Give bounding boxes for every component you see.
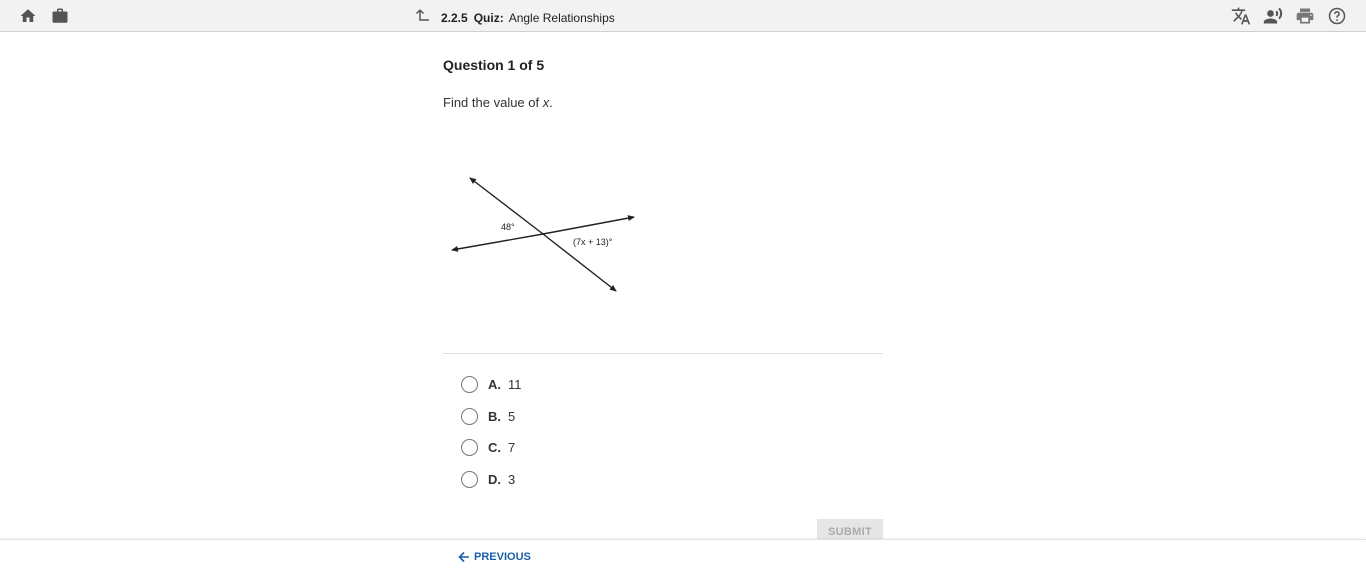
choice-value: 3 (508, 471, 516, 487)
help-icon[interactable] (1326, 5, 1348, 27)
bottom-nav: PREVIOUS (0, 539, 1366, 568)
activity-type: Quiz: (473, 10, 504, 25)
horizontal-line-left (451, 233, 544, 252)
angle-diagram: 48° (7x + 13)° (451, 177, 635, 292)
prompt-text: Find the value of (443, 95, 543, 110)
back-arrow-icon[interactable] (415, 8, 431, 27)
choice-letter: D. (488, 471, 501, 487)
angle-label-48: 48° (501, 222, 515, 232)
radio-button[interactable] (461, 438, 478, 456)
arrow-left-icon (458, 551, 469, 563)
choice-d[interactable]: D. 3 (461, 469, 515, 489)
activity-title: 2.2.5 Quiz: Angle Relationships (415, 8, 615, 27)
choice-letter: C. (488, 439, 501, 455)
submit-button[interactable]: SUBMIT (817, 519, 883, 541)
question-heading: Question 1 of 5 (443, 57, 545, 73)
previous-label: PREVIOUS (474, 551, 531, 563)
activity-number: 2.2.5 (441, 10, 468, 25)
radio-button[interactable] (461, 407, 478, 425)
choice-value: 5 (508, 408, 516, 424)
choice-value: 11 (508, 376, 522, 392)
prompt-end: . (549, 95, 553, 110)
text-to-speech-icon[interactable] (1262, 5, 1284, 27)
angle-label-7x-13: (7x + 13)° (573, 237, 613, 247)
radio-button[interactable] (461, 375, 478, 393)
previous-button[interactable]: PREVIOUS (457, 550, 531, 564)
divider (443, 353, 883, 354)
home-icon[interactable] (17, 5, 39, 27)
choice-letter: A. (488, 376, 501, 392)
activity-name: Angle Relationships (508, 10, 615, 25)
translate-icon[interactable] (1230, 5, 1252, 27)
radio-button[interactable] (461, 470, 478, 488)
question-prompt: Find the value of x. (443, 95, 553, 110)
top-toolbar: 2.2.5 Quiz: Angle Relationships (0, 0, 1366, 32)
horizontal-line-right (542, 215, 635, 235)
choice-value: 7 (508, 439, 516, 455)
choice-letter: B. (488, 408, 501, 424)
briefcase-icon[interactable] (49, 5, 71, 27)
print-icon[interactable] (1294, 5, 1316, 27)
choice-b[interactable]: B. 5 (461, 406, 515, 426)
choice-c[interactable]: C. 7 (461, 437, 515, 457)
choice-a[interactable]: A. 11 (461, 374, 522, 394)
